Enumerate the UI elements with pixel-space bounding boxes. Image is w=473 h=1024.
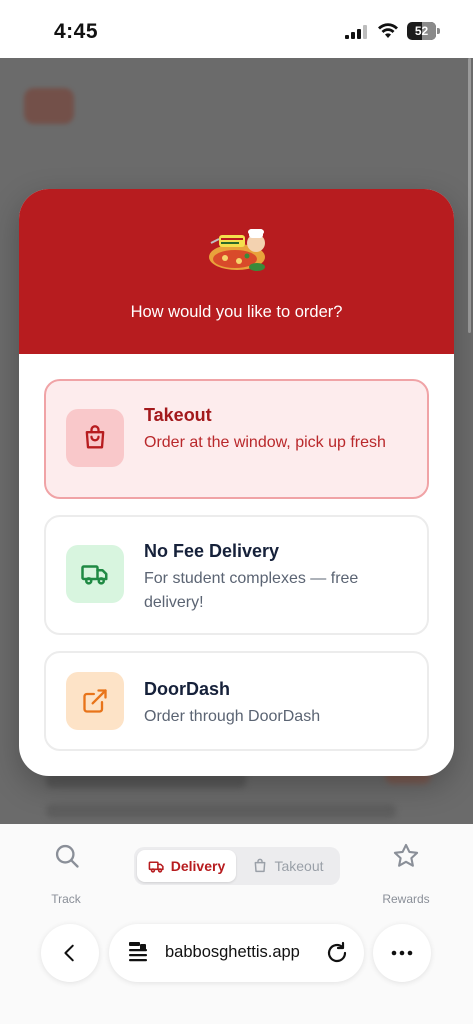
battery-level: 52 bbox=[414, 24, 429, 38]
option-delivery-title: No Fee Delivery bbox=[144, 541, 280, 561]
tab-track[interactable]: Track bbox=[36, 840, 96, 906]
delivery-icon-box bbox=[66, 545, 124, 603]
option-doordash[interactable]: DoorDash Order through DoorDash bbox=[44, 651, 429, 751]
restaurant-logo bbox=[209, 229, 265, 271]
order-type-modal: How would you like to order? Takeout Ord… bbox=[19, 189, 454, 776]
takeout-icon-box bbox=[66, 409, 124, 467]
option-takeout[interactable]: Takeout Order at the window, pick up fre… bbox=[44, 379, 429, 499]
option-takeout-description: Order at the window, pick up fresh bbox=[144, 434, 386, 451]
browser-back-button[interactable] bbox=[41, 924, 99, 982]
option-doordash-title: DoorDash bbox=[144, 679, 231, 699]
tab-rewards-label: Rewards bbox=[382, 892, 430, 906]
cellular-signal-icon bbox=[345, 25, 367, 39]
chevron-left-icon bbox=[64, 944, 74, 962]
scrollbar bbox=[468, 58, 471, 333]
background-text bbox=[46, 804, 396, 818]
wifi-icon bbox=[378, 23, 398, 38]
url-text: babbosghettis.app bbox=[165, 943, 300, 961]
bottom-tab-bar: Track Delivery Takeout Rewards bbox=[0, 824, 473, 914]
option-doordash-description: Order through DoorDash bbox=[144, 708, 321, 725]
address-bar[interactable]: babbosghettis.app bbox=[109, 924, 364, 982]
search-icon bbox=[55, 844, 79, 868]
star-icon bbox=[393, 843, 419, 867]
background-logo bbox=[24, 88, 74, 124]
modal-question: How would you like to order? bbox=[130, 303, 343, 321]
status-time: 4:45 bbox=[54, 20, 99, 43]
more-dots-icon bbox=[391, 950, 413, 956]
option-no-fee-delivery[interactable]: No Fee Delivery For student complexes — … bbox=[44, 515, 429, 635]
external-link-icon bbox=[83, 689, 107, 713]
browser-more-button[interactable] bbox=[373, 924, 431, 982]
browser-toolbar: babbosghettis.app bbox=[0, 914, 473, 1024]
battery-icon: 52 bbox=[407, 22, 441, 40]
modal-header: How would you like to order? bbox=[19, 189, 454, 354]
truck-icon bbox=[148, 860, 164, 873]
truck-icon bbox=[81, 565, 108, 585]
shopping-bag-icon bbox=[85, 425, 105, 449]
order-mode-toggle: Delivery Takeout bbox=[134, 847, 340, 885]
page-menu-icon bbox=[129, 942, 147, 962]
status-bar: 4:45 52 bbox=[0, 0, 473, 58]
option-takeout-title: Takeout bbox=[144, 405, 212, 425]
tab-rewards[interactable]: Rewards bbox=[372, 840, 440, 906]
option-delivery-description: For student complexes — free delivery! bbox=[144, 570, 359, 611]
doordash-icon-box bbox=[66, 672, 124, 730]
segment-delivery-label: Delivery bbox=[170, 858, 226, 874]
segment-takeout-label: Takeout bbox=[274, 858, 324, 874]
segment-delivery[interactable]: Delivery bbox=[137, 850, 236, 882]
shopping-bag-icon bbox=[255, 858, 266, 873]
reload-icon[interactable] bbox=[325, 941, 349, 965]
tab-track-label: Track bbox=[51, 892, 81, 906]
segment-takeout[interactable]: Takeout bbox=[240, 850, 336, 882]
